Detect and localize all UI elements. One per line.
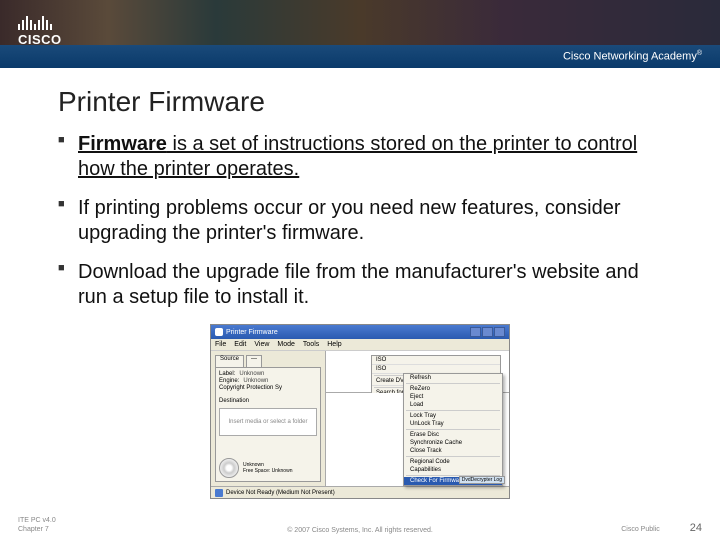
menu-view[interactable]: View xyxy=(254,341,269,348)
info-row: Label:Unknown xyxy=(219,371,317,377)
menu-mode[interactable]: Mode xyxy=(277,341,295,348)
bullet-list: Firmware is a set of instructions stored… xyxy=(58,132,662,310)
menu-tools[interactable]: Tools xyxy=(303,341,319,348)
context-item[interactable]: Eject xyxy=(404,393,502,401)
page-number: 24 xyxy=(690,522,702,534)
disc-icon xyxy=(219,458,239,478)
left-panel: Source — Label:Unknown Engine:Unknown Co… xyxy=(211,351,326,486)
footer-classification: Cisco Public xyxy=(621,526,660,533)
media-pane: Insert media or select a folder xyxy=(219,408,317,436)
menu-edit[interactable]: Edit xyxy=(234,341,246,348)
tab-source[interactable]: Source xyxy=(215,355,244,367)
context-item[interactable]: Synchronize Cache xyxy=(404,439,502,447)
header-photo-strip xyxy=(0,0,720,45)
cisco-logo: CISCO xyxy=(18,10,62,47)
context-item[interactable]: ReZero xyxy=(404,385,502,393)
info-row: Engine:Unknown xyxy=(219,378,317,384)
right-bottom-pane: Refresh ReZero Eject Load Lock Tray UnLo… xyxy=(326,393,509,486)
statusbar: Device Not Ready (Medium Not Present) xyxy=(211,486,509,498)
maximize-button[interactable] xyxy=(482,327,493,337)
academy-label: Cisco Networking Academy® xyxy=(563,50,702,63)
status-icon xyxy=(215,489,223,497)
log-label: DvdDecrypter Log xyxy=(459,476,505,484)
slide-footer: ITE PC v4.0 Chapter 7 © 2007 Cisco Syste… xyxy=(0,517,720,534)
status-text: Device Not Ready (Medium Not Present) xyxy=(226,490,335,496)
context-item[interactable]: Regional Code xyxy=(404,458,502,466)
bullet-bold-term: Firmware xyxy=(78,133,167,155)
app-icon xyxy=(215,328,223,336)
context-separator xyxy=(406,383,500,384)
menu-help[interactable]: Help xyxy=(327,341,341,348)
bullet-item: Download the upgrade file from the manuf… xyxy=(58,260,662,310)
context-separator xyxy=(406,429,500,430)
minimize-button[interactable] xyxy=(470,327,481,337)
window-titlebar: Printer Firmware xyxy=(211,325,509,339)
context-menu: Refresh ReZero Eject Load Lock Tray UnLo… xyxy=(403,373,503,486)
context-item[interactable]: UnLock Tray xyxy=(404,420,502,428)
slide-header: CISCO Cisco Networking Academy® xyxy=(0,0,720,68)
dropdown-item[interactable]: ISO xyxy=(372,356,500,365)
cisco-logo-bars xyxy=(18,10,62,30)
context-item[interactable]: Load xyxy=(404,401,502,409)
context-item[interactable]: Close Track xyxy=(404,447,502,455)
context-separator xyxy=(406,456,500,457)
menu-file[interactable]: File xyxy=(215,341,226,348)
info-row: Copyright Protection Sy xyxy=(219,385,317,391)
close-button[interactable] xyxy=(494,327,505,337)
context-separator xyxy=(406,410,500,411)
footer-left: ITE PC v4.0 Chapter 7 xyxy=(18,517,56,534)
left-content: Label:Unknown Engine:Unknown Copyright P… xyxy=(215,367,321,482)
left-tabs: Source — xyxy=(215,355,321,367)
disc-info: Unknown Free Space: Unknown xyxy=(219,458,317,478)
context-item[interactable]: Erase Disc xyxy=(404,431,502,439)
context-item[interactable]: Refresh xyxy=(404,374,502,382)
footer-right: Cisco Public 24 xyxy=(621,522,702,534)
right-panel: ISO ISO Create DVD/MDZ File... Search fo… xyxy=(326,351,509,486)
bullet-item: Firmware is a set of instructions stored… xyxy=(58,132,662,182)
context-item[interactable]: Capabilities xyxy=(404,466,502,474)
window-title: Printer Firmware xyxy=(226,329,278,336)
disc-text: Unknown Free Space: Unknown xyxy=(243,462,292,474)
context-item[interactable]: Lock Tray xyxy=(404,412,502,420)
footer-copyright: © 2007 Cisco Systems, Inc. All rights re… xyxy=(287,527,433,534)
window-controls xyxy=(470,327,505,337)
app-screenshot: Printer Firmware File Edit View Mode Too… xyxy=(210,324,510,499)
menubar: File Edit View Mode Tools Help xyxy=(211,339,509,351)
cisco-logo-text: CISCO xyxy=(18,32,62,47)
window-body: Source — Label:Unknown Engine:Unknown Co… xyxy=(211,351,509,486)
tab-other[interactable]: — xyxy=(246,355,262,367)
destination-label: Destination xyxy=(219,398,317,404)
slide-title: Printer Firmware xyxy=(58,86,662,118)
bullet-item: If printing problems occur or you need n… xyxy=(58,196,662,246)
slide-content: Printer Firmware Firmware is a set of in… xyxy=(0,68,720,499)
